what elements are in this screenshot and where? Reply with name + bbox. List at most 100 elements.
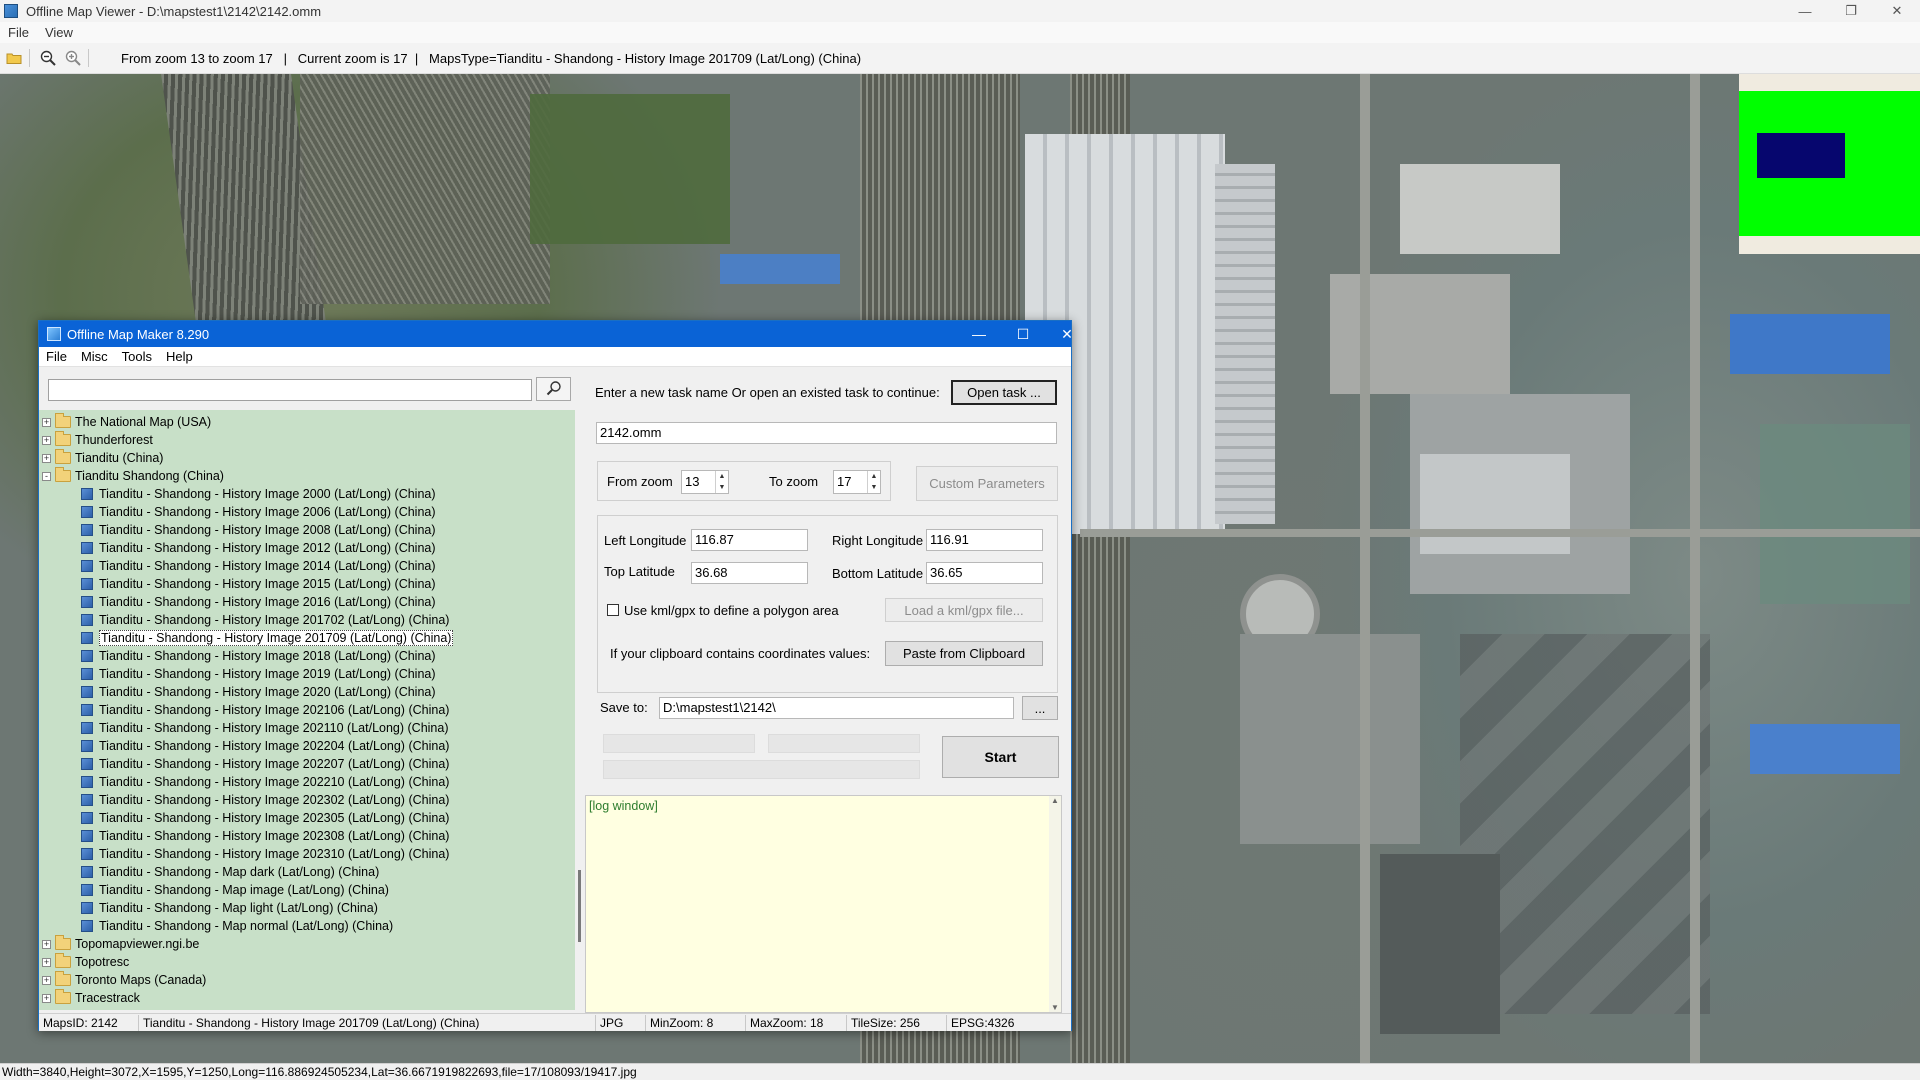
expand-icon[interactable]: + [42,453,51,463]
zoom-out-icon[interactable] [37,47,59,69]
scroll-down-icon[interactable]: ▼ [1049,1003,1061,1012]
tree-item-map[interactable]: Tianditu - Shandong - History Image 2017… [81,629,454,647]
dialog-close-button[interactable]: ✕ [1045,321,1089,347]
to-zoom-stepper[interactable]: 17 ▲ ▼ [833,470,881,494]
tree-item-folder[interactable]: + Toronto Maps (Canada) [42,971,206,989]
dialog-minimize-button[interactable]: — [957,321,1001,347]
expand-icon[interactable]: + [42,417,51,427]
tree-item-map[interactable]: Tianditu - Shandong - History Image 2012… [81,539,436,557]
tree-item-map[interactable]: Tianditu - Shandong - History Image 2022… [81,773,449,791]
map-layer-icon [81,488,93,500]
collapse-icon[interactable]: - [42,471,51,481]
tree-item-map[interactable]: Tianditu - Shandong - History Image 2022… [81,737,449,755]
tree-item-map[interactable]: Tianditu - Shandong - History Image 2017… [81,611,449,629]
tree-item-map[interactable]: Tianditu - Shandong - History Image 2019… [81,665,436,683]
open-task-button[interactable]: Open task ... [951,380,1057,405]
dialog-maximize-button[interactable]: ☐ [1001,321,1045,347]
tree-item-map[interactable]: Tianditu - Shandong - Map image (Lat/Lon… [81,881,389,899]
tree-item-folder[interactable]: + Topotresc [42,953,129,971]
tree-item-map[interactable]: Tianditu - Shandong - History Image 2021… [81,719,449,737]
tree-item-map[interactable]: Tianditu - Shandong - History Image 2020… [81,683,436,701]
custom-parameters-button[interactable]: Custom Parameters [916,466,1058,501]
up-arrow-icon[interactable]: ▲ [868,471,880,482]
paste-clipboard-button[interactable]: Paste from Clipboard [885,641,1043,666]
browse-button[interactable]: ... [1022,696,1058,720]
close-button[interactable]: ✕ [1874,0,1920,22]
expand-icon[interactable]: + [42,939,51,949]
zoom-in-icon[interactable] [62,47,84,69]
tree-item-folder[interactable]: + The National Map (USA) [42,413,211,431]
dialog-menu-tools[interactable]: Tools [115,349,159,364]
load-kml-button[interactable]: Load a kml/gpx file... [885,598,1043,622]
expand-icon[interactable]: + [42,957,51,967]
expand-icon[interactable]: + [42,975,51,985]
map-layer-icon [81,848,93,860]
map-layer-icon [81,596,93,608]
restore-button[interactable]: ❐ [1828,0,1874,22]
minimap[interactable] [1739,74,1920,254]
tree-item-label: Tianditu - Shandong - History Image 2019… [99,667,436,681]
tree-item-folder[interactable]: + Tianditu (China) [42,449,163,467]
tree-item-map[interactable]: Tianditu - Shandong - History Image 2023… [81,845,449,863]
tree-item-map[interactable]: Tianditu - Shandong - History Image 2022… [81,755,449,773]
tree-item-folder[interactable]: - Tianditu Shandong (China) [42,467,224,485]
minimap-viewport-frame[interactable] [1757,133,1845,178]
blue-roof-building [1750,724,1900,774]
tree-item-map[interactable]: Tianditu - Shandong - History Image 2008… [81,521,436,539]
tree-item-map[interactable]: Tianditu - Shandong - Map normal (Lat/Lo… [81,917,393,935]
dialog-titlebar[interactable]: Offline Map Maker 8.290 — ☐ ✕ [39,321,1073,347]
tree-item-label: Tianditu - Shandong - History Image 2022… [99,775,450,789]
tree-item-map[interactable]: Tianditu - Shandong - History Image 2021… [81,701,449,719]
tree-item-map[interactable]: Tianditu - Shandong - History Image 2015… [81,575,436,593]
tree-item-map[interactable]: Tianditu - Shandong - History Image 2018… [81,647,436,665]
tree-item-map[interactable]: Tianditu - Shandong - History Image 2023… [81,827,449,845]
down-arrow-icon[interactable]: ▼ [868,482,880,493]
up-arrow-icon[interactable]: ▲ [716,471,728,482]
dialog-menu-misc[interactable]: Misc [74,349,115,364]
bottom-latitude-input[interactable]: 36.65 [926,562,1043,584]
tree-item-map[interactable]: Tianditu - Shandong - History Image 2016… [81,593,436,611]
map-layer-icon [81,560,93,572]
dialog-menu-file[interactable]: File [39,349,74,364]
search-button[interactable] [536,377,571,401]
menu-file[interactable]: File [0,25,37,40]
tree-item-label: Tianditu - Shandong - Map dark (Lat/Long… [99,865,380,879]
map-search-input[interactable] [48,379,532,401]
map-source-tree[interactable]: + The National Map (USA) + Thunderforest + Ti… [39,410,575,1010]
tree-item-folder[interactable]: + Tracestrack [42,989,140,1007]
down-arrow-icon[interactable]: ▼ [716,482,728,493]
from-zoom-stepper[interactable]: 13 ▲ ▼ [681,470,729,494]
open-folder-icon[interactable] [3,47,25,69]
to-zoom-value: 17 [837,474,852,489]
expand-icon[interactable]: + [42,435,51,445]
dialog-menu-help[interactable]: Help [159,349,200,364]
tree-item-map[interactable]: Tianditu - Shandong - History Image 2006… [81,503,436,521]
tree-item-label: Topomapviewer.ngi.be [75,937,200,951]
bottom-latitude-label: Bottom Latitude [832,566,924,581]
left-longitude-input[interactable]: 116.87 [691,529,808,551]
start-button[interactable]: Start [942,736,1059,778]
tree-item-map[interactable]: Tianditu - Shandong - Map dark (Lat/Long… [81,863,379,881]
tree-scroll-thumb[interactable] [578,870,581,942]
tree-item-label: Tianditu - Shandong - History Image 2021… [99,721,449,735]
tree-item-map[interactable]: Tianditu - Shandong - History Image 2000… [81,485,436,503]
tree-item-map[interactable]: Tianditu - Shandong - History Image 2014… [81,557,436,575]
minimize-button[interactable]: — [1782,0,1828,22]
tree-item-folder[interactable]: + Topomapviewer.ngi.be [42,935,199,953]
log-scrollbar[interactable]: ▲ ▼ [1049,796,1061,1012]
log-window[interactable]: [log window] ▲ ▼ [585,795,1062,1013]
right-longitude-input[interactable]: 116.91 [926,529,1043,551]
progress-bar-3 [603,760,920,779]
top-latitude-input[interactable]: 36.68 [691,562,808,584]
save-path-input[interactable]: D:\mapstest1\2142\ [659,697,1014,719]
expand-icon[interactable]: + [42,993,51,1003]
tree-item-map[interactable]: Tianditu - Shandong - History Image 2023… [81,809,449,827]
scroll-up-icon[interactable]: ▲ [1049,796,1061,805]
task-name-input[interactable]: 2142.omm [596,422,1057,444]
tree-item-map[interactable]: Tianditu - Shandong - History Image 2023… [81,791,449,809]
tree-item-folder[interactable]: + Thunderforest [42,431,153,449]
tree-item-map[interactable]: Tianditu - Shandong - Map light (Lat/Lon… [81,899,378,917]
menu-view[interactable]: View [37,25,81,40]
tree-item-label: Tianditu - Shandong - History Image 2023… [99,793,450,807]
kml-polygon-checkbox[interactable] [607,604,619,616]
